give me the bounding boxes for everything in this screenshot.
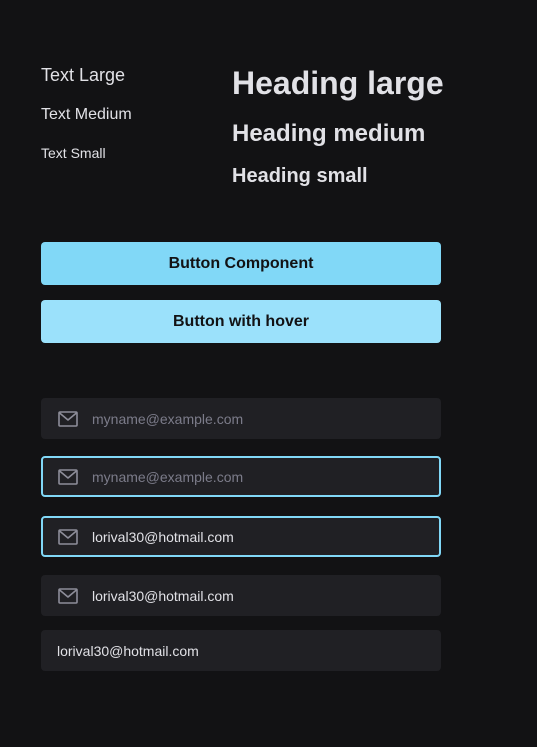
email-field-focused[interactable] — [41, 456, 441, 497]
text-medium-sample: Text Medium — [41, 106, 132, 123]
email-input[interactable] — [92, 528, 412, 545]
button-component[interactable]: Button Component — [41, 242, 441, 285]
heading-small-sample: Heading small — [232, 165, 368, 187]
email-input[interactable] — [92, 468, 412, 485]
email-input[interactable] — [57, 642, 377, 659]
mail-icon — [58, 468, 78, 485]
email-field-filled[interactable] — [41, 575, 441, 616]
email-field-default[interactable] — [41, 398, 441, 439]
heading-medium-sample: Heading medium — [232, 120, 426, 147]
mail-icon — [58, 410, 78, 427]
heading-large-sample: Heading large — [232, 65, 444, 101]
mail-icon — [58, 528, 78, 545]
button-with-hover[interactable]: Button with hover — [41, 300, 441, 343]
email-input[interactable] — [92, 587, 412, 604]
mail-icon — [58, 587, 78, 604]
text-small-sample: Text Small — [41, 145, 106, 161]
email-field-no-icon[interactable] — [41, 630, 441, 671]
email-field-focused-filled[interactable] — [41, 516, 441, 557]
text-large-sample: Text Large — [41, 65, 126, 85]
email-input[interactable] — [92, 410, 412, 427]
